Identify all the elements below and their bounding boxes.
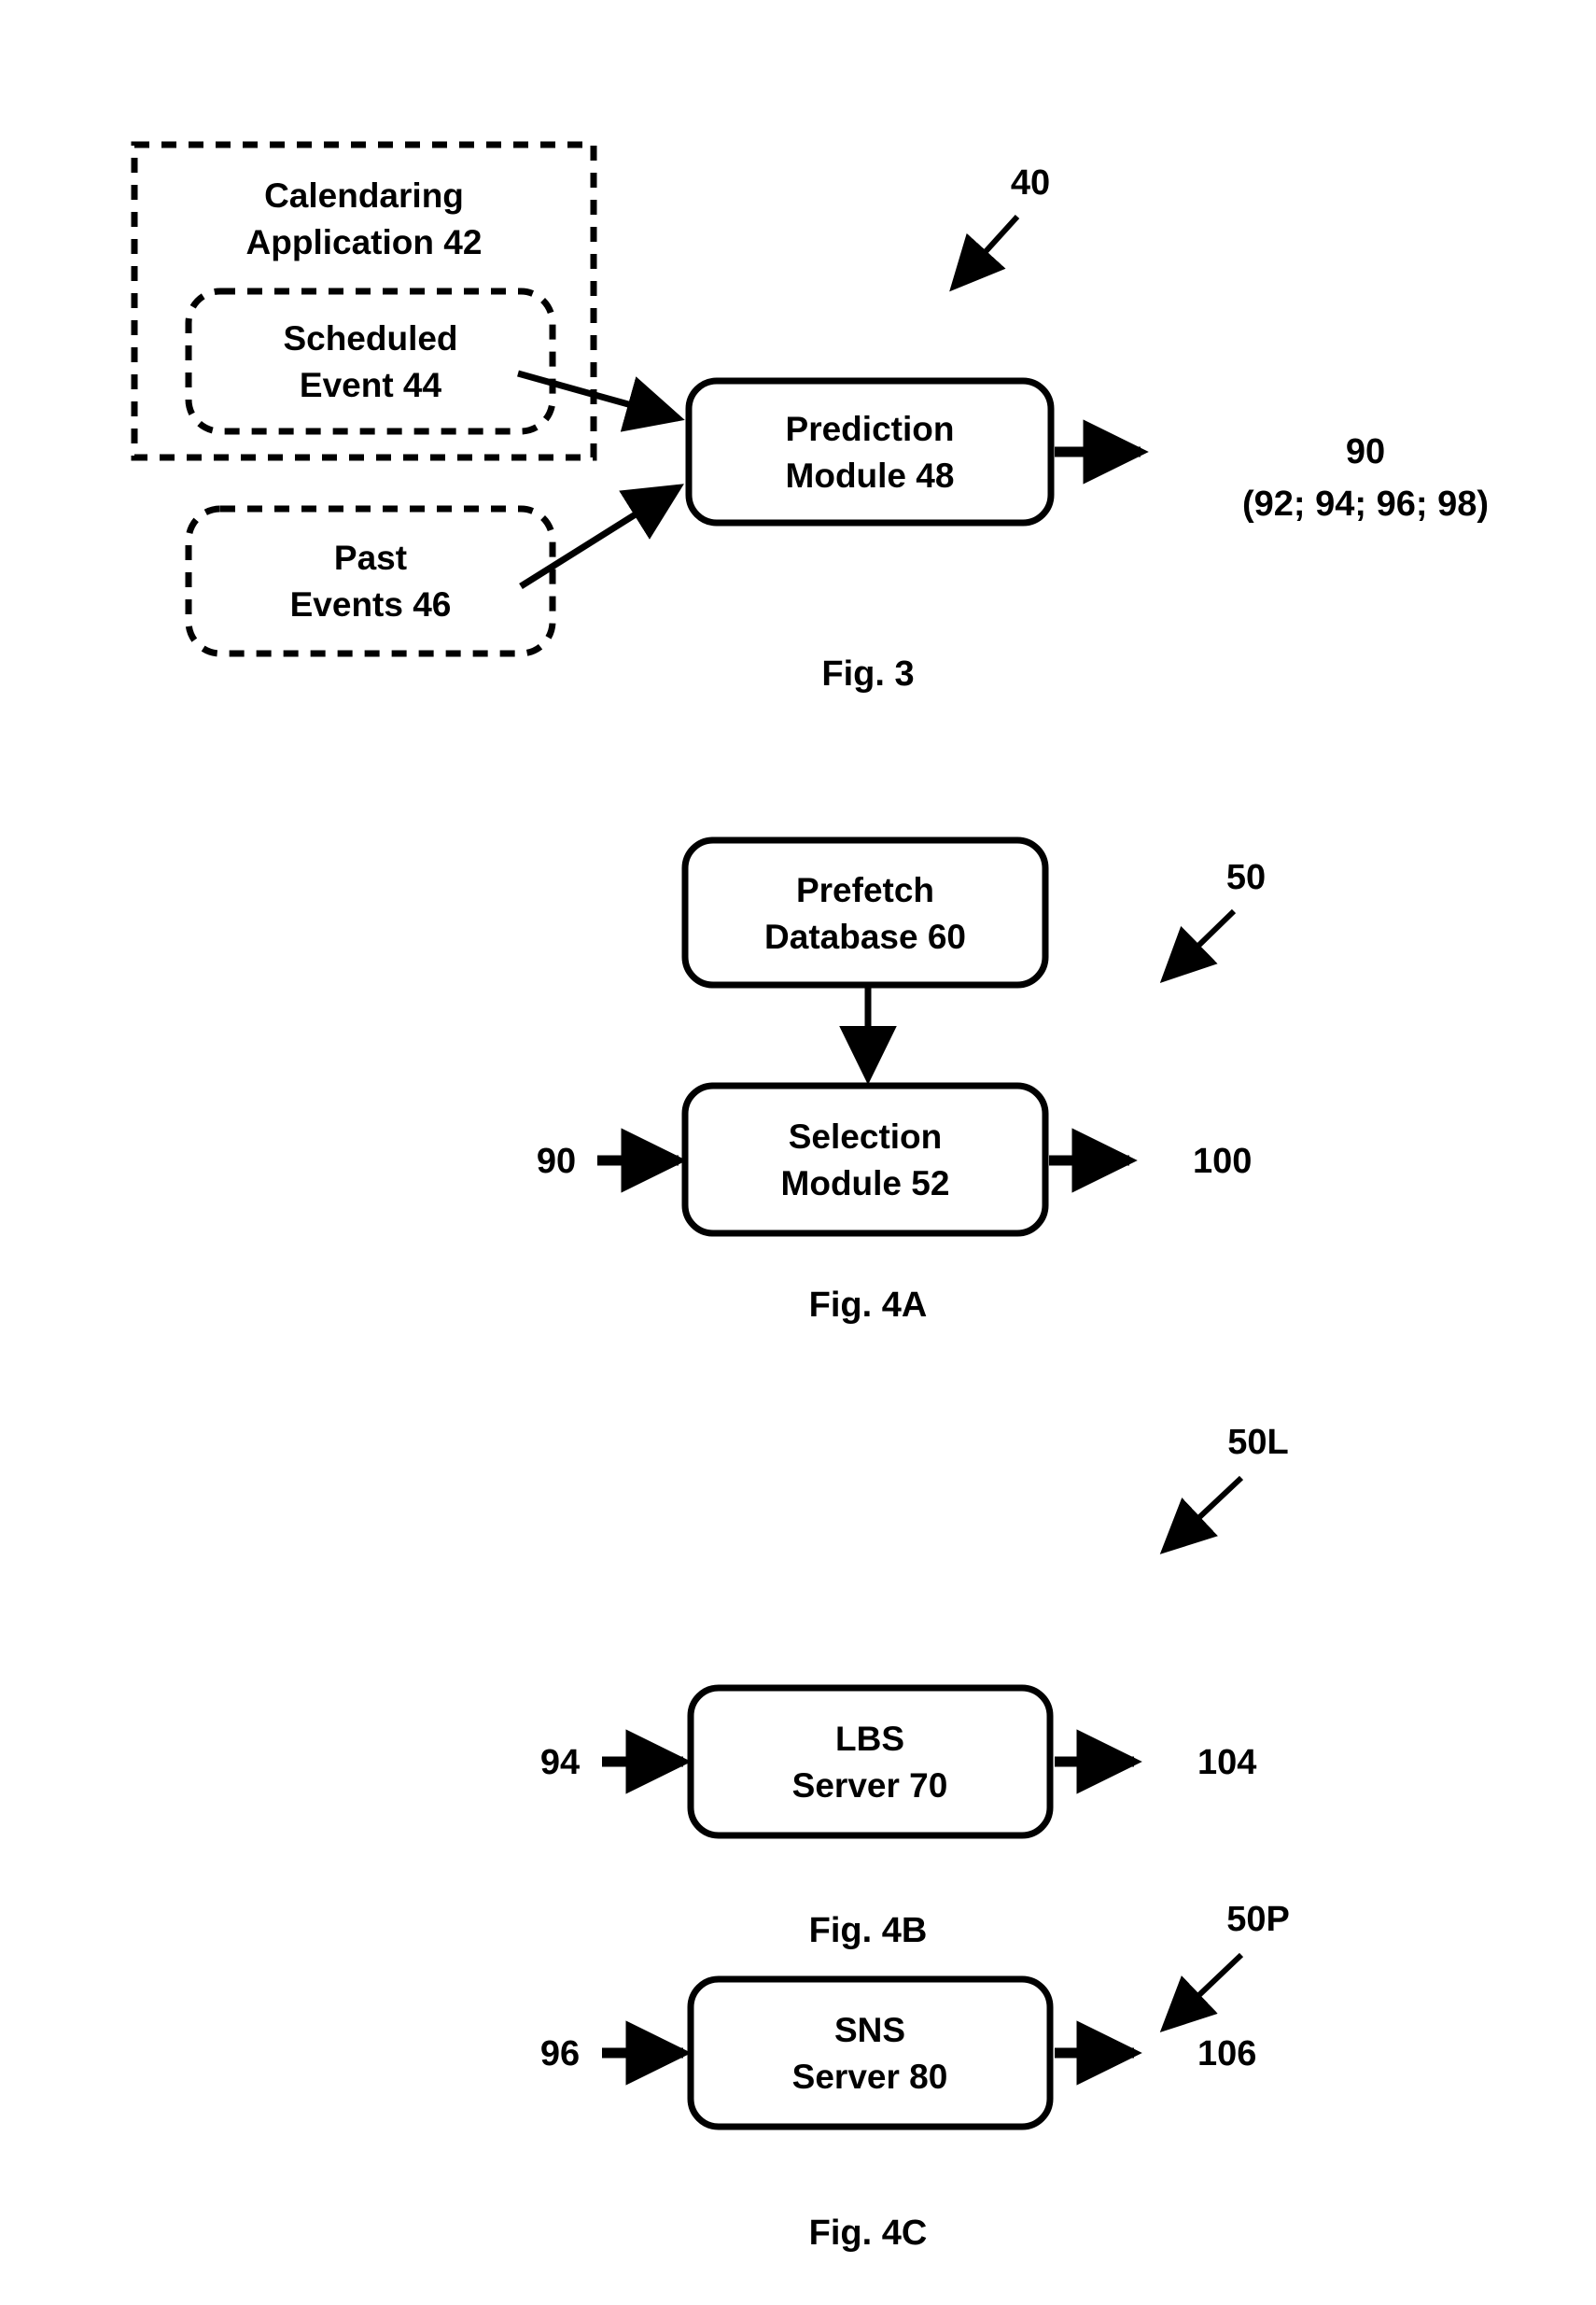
fig4a-input-ref: 90 [537,1142,576,1181]
fig4c-output-ref: 106 [1197,2034,1256,2073]
prefetch-database-box: Prefetch Database 60 [681,836,1049,989]
past-events-label-line1: Past [334,539,407,577]
arrow-past-events-to-prediction [519,484,684,589]
fig3-output-ref-top: 90 [1346,432,1385,471]
calendaring-application-label-line2: Application 42 [246,223,483,261]
patent-drawing-sheet: Calendaring Application 42 Scheduled Eve… [0,0,1596,2305]
fig4b-system-ref: 50L [1227,1423,1288,1462]
prefetch-database-label-line1: Prefetch [796,871,934,909]
lbs-server-label-line2: Server 70 [792,1766,948,1805]
fig4b-caption: Fig. 4B [809,1911,928,1950]
fig4c-system-ref-leader [1159,1952,1244,2032]
figure-4c: SNS Server 80 96 106 50P Fig. 4C [540,1900,1290,2253]
fig4b-input-ref: 94 [540,1743,580,1782]
scheduled-event-label-line2: Event 44 [300,366,442,404]
past-events-box: Past Events 46 [185,505,556,657]
fig4b-output-ref: 104 [1197,1743,1256,1782]
prediction-module-box: Prediction Module 48 [685,377,1055,527]
prediction-module-outline [685,377,1055,527]
prefetch-database-label-line2: Database 60 [764,918,966,956]
fig4c-system-ref: 50P [1226,1900,1290,1939]
figure-3: Calendaring Application 42 Scheduled Eve… [131,141,1489,694]
scheduled-event-box: Scheduled Event 44 [185,288,556,435]
arrow-scheduled-event-to-prediction [517,370,685,432]
fig4a-system-ref-leader [1159,908,1237,984]
figure-4a: Prefetch Database 60 Selection Module 52… [537,836,1266,1325]
calendaring-application-box: Calendaring Application 42 [131,141,597,461]
fig3-caption: Fig. 3 [821,654,914,694]
fig3-system-ref: 40 [1011,163,1050,203]
selection-module-label-line2: Module 52 [781,1164,950,1202]
selection-module-box: Selection Module 52 [681,1082,1049,1237]
scheduled-event-label-line1: Scheduled [283,319,457,358]
selection-module-label-line1: Selection [789,1117,943,1156]
drawing-canvas: Calendaring Application 42 Scheduled Eve… [131,141,1489,2253]
fig4c-input-ref: 96 [540,2034,580,2073]
lbs-server-outline [687,1684,1054,1839]
fig3-output-ref-bottom: (92; 94; 96; 98) [1242,485,1489,524]
fig4a-caption: Fig. 4A [809,1286,928,1325]
past-events-outline [185,505,556,657]
fig4c-caption: Fig. 4C [809,2214,928,2253]
lbs-server-label-line1: LBS [835,1720,904,1758]
sns-server-box: SNS Server 80 [687,1975,1054,2130]
lbs-server-box: LBS Server 70 [687,1684,1054,1839]
fig4a-system-ref: 50 [1226,858,1266,897]
fig3-system-ref-leader [949,214,1020,292]
sns-server-label-line2: Server 80 [792,2058,948,2096]
sns-server-label-line1: SNS [834,2011,905,2049]
prefetch-database-outline [681,836,1049,989]
selection-module-outline [681,1082,1049,1237]
scheduled-event-outline [185,288,556,435]
prediction-module-label-line2: Module 48 [786,457,955,495]
sns-server-outline [687,1975,1054,2130]
fig4a-output-ref: 100 [1193,1142,1252,1181]
prediction-module-label-line1: Prediction [786,410,955,448]
calendaring-application-label-line1: Calendaring [264,176,464,215]
fig4b-system-ref-leader [1159,1475,1244,1554]
figure-4b: LBS Server 70 94 104 50L Fig. 4B [540,1423,1289,1950]
past-events-label-line2: Events 46 [290,585,452,624]
